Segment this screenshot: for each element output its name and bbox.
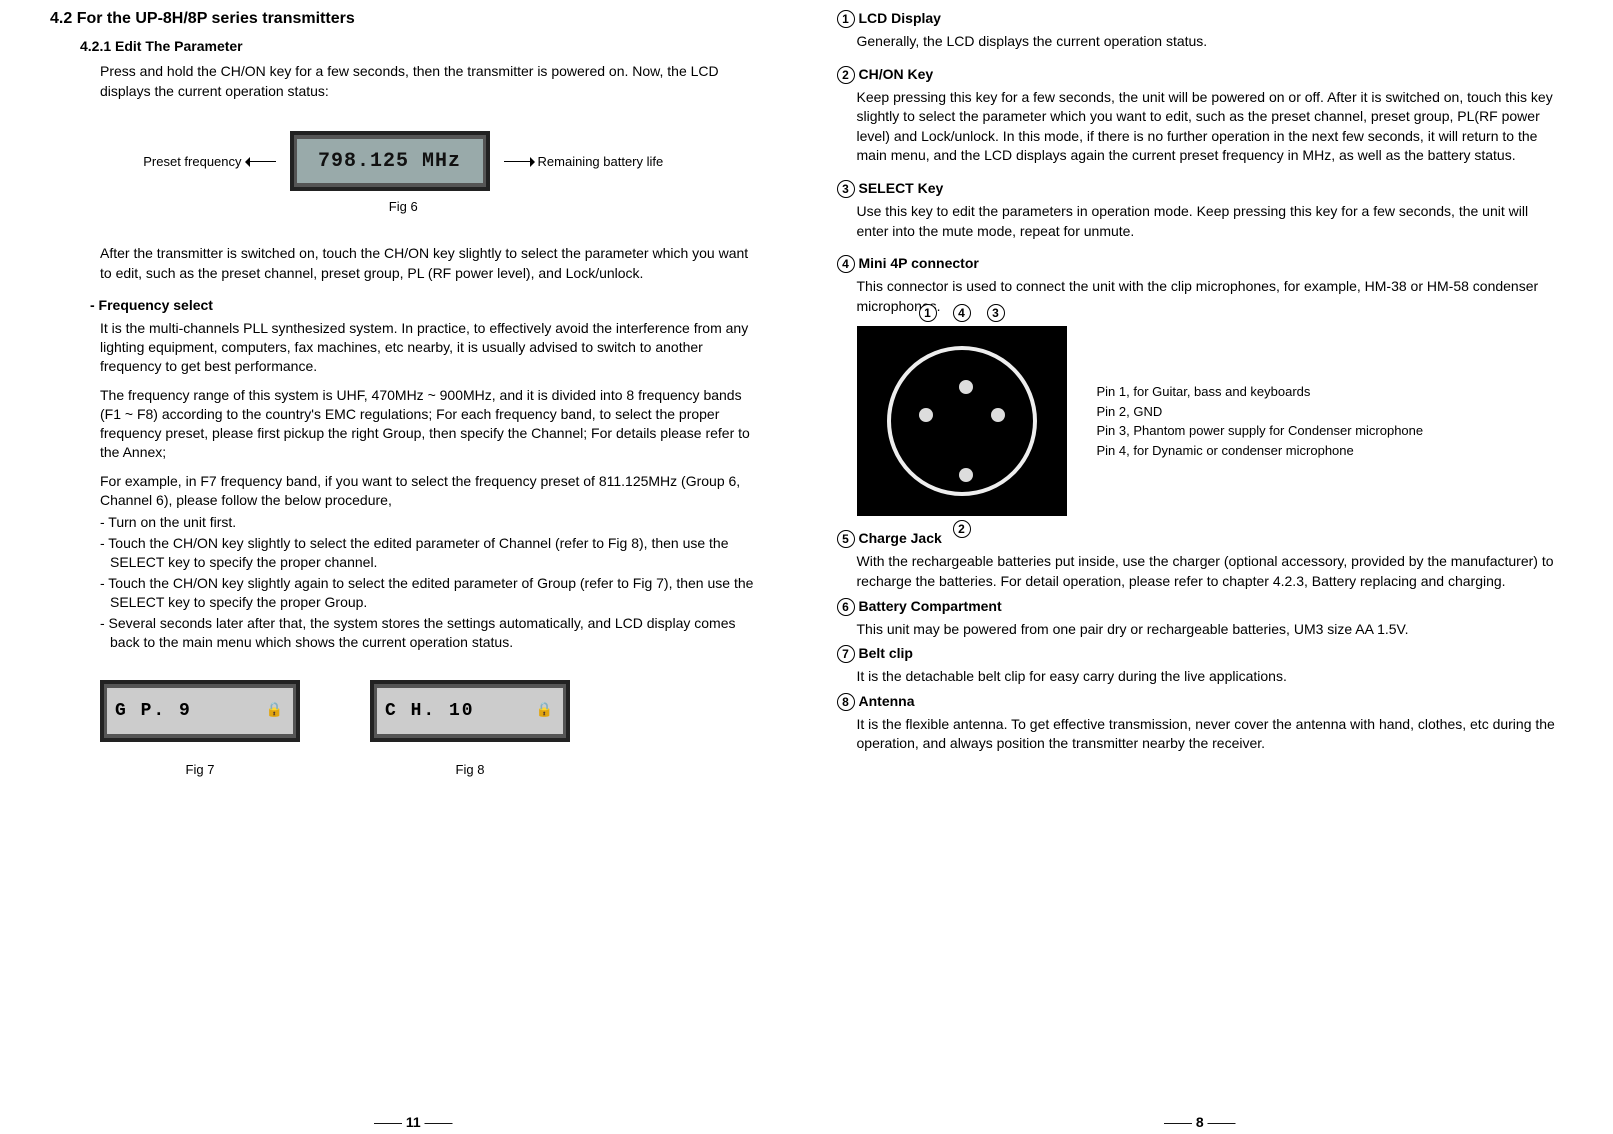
item-8-body: It is the flexible antenna. To get effec… <box>857 715 1564 754</box>
fig7-lcd: G P. 9 <box>115 701 192 721</box>
lock-icon: 🔒 <box>536 702 555 719</box>
pin-1-icon <box>919 408 933 422</box>
item-6: 6 Battery Compartment This unit may be p… <box>837 598 1564 640</box>
callout-2-icon: 2 <box>953 520 971 538</box>
callout-3-icon: 3 <box>987 304 1005 322</box>
fig8-lcd: C H. 10 <box>385 701 475 721</box>
item-5: 5 Charge Jack With the rechargeable batt… <box>837 530 1564 591</box>
circled-6-icon: 6 <box>837 598 855 616</box>
item-7-title: Belt clip <box>859 645 913 661</box>
circled-3-icon: 3 <box>837 180 855 198</box>
item-5-body: With the rechargeable batteries put insi… <box>857 552 1564 591</box>
figure-8: C H. 10 🔒 Fig 8 <box>370 680 570 777</box>
item-8-title: Antenna <box>859 693 915 709</box>
intro-text: Press and hold the CH/ON key for a few s… <box>100 62 757 101</box>
arrow-left-icon <box>246 161 276 162</box>
section-heading: 4.2 For the UP-8H/8P series transmitters <box>50 10 757 28</box>
fig8-caption: Fig 8 <box>370 762 570 777</box>
left-page: 4.2 For the UP-8H/8P series transmitters… <box>20 10 807 1124</box>
subsection-heading: 4.2.1 Edit The Parameter <box>80 38 757 54</box>
top-callouts: 1 4 3 <box>857 304 1067 322</box>
circled-1-icon: 1 <box>837 10 855 28</box>
item-2-body: Keep pressing this key for a few seconds… <box>857 88 1564 166</box>
pin4-desc: Pin 4, for Dynamic or condenser micropho… <box>1097 441 1424 461</box>
circled-4-icon: 4 <box>837 255 855 273</box>
connector-diagram <box>857 326 1067 516</box>
lcd-text: 798.125 MHz <box>297 139 483 183</box>
pin2-desc: Pin 2, GND <box>1097 402 1424 422</box>
circled-5-icon: 5 <box>837 530 855 548</box>
item-7: 7 Belt clip It is the detachable belt cl… <box>837 645 1564 687</box>
procedure-list: - Turn on the unit first. - Touch the CH… <box>100 513 757 651</box>
bottom-callout: 2 <box>857 520 1067 538</box>
proc-step: - Touch the CH/ON key slightly to select… <box>100 534 757 572</box>
proc-step: - Several seconds later after that, the … <box>100 614 757 652</box>
battery-life-label: Remaining battery life <box>504 154 664 169</box>
freq-p3: For example, in F7 frequency band, if yo… <box>100 472 757 510</box>
item-3-title: SELECT Key <box>859 180 944 196</box>
item-6-title: Battery Compartment <box>859 598 1002 614</box>
item-1-body: Generally, the LCD displays the current … <box>857 32 1564 52</box>
lock-icon: 🔒 <box>266 702 285 719</box>
item-6-body: This unit may be powered from one pair d… <box>857 620 1564 640</box>
figures-7-8: G P. 9 🔒 Fig 7 C H. 10 🔒 Fig 8 <box>100 680 757 777</box>
circled-7-icon: 7 <box>837 645 855 663</box>
after-on-text: After the transmitter is switched on, to… <box>100 244 757 283</box>
proc-step: - Turn on the unit first. <box>100 513 757 532</box>
pin3-desc: Pin 3, Phantom power supply for Condense… <box>1097 421 1424 441</box>
figure-6: Preset frequency 798.125 MHz Remaining b… <box>50 131 757 191</box>
lcd-display-fig6: 798.125 MHz <box>290 131 490 191</box>
pin1-desc: Pin 1, for Guitar, bass and keyboards <box>1097 382 1424 402</box>
freq-p2: The frequency range of this system is UH… <box>100 386 757 462</box>
item-1: 1 LCD Display Generally, the LCD display… <box>837 10 1564 52</box>
item-7-body: It is the detachable belt clip for easy … <box>857 667 1564 687</box>
circled-8-icon: 8 <box>837 693 855 711</box>
pin-descriptions: Pin 1, for Guitar, bass and keyboards Pi… <box>1097 382 1424 460</box>
callout-1-icon: 1 <box>919 304 937 322</box>
frequency-select-heading: - Frequency select <box>90 297 757 313</box>
circled-2-icon: 2 <box>837 66 855 84</box>
item-4-title: Mini 4P connector <box>859 255 979 271</box>
item-1-title: LCD Display <box>859 10 941 26</box>
fig7-caption: Fig 7 <box>100 762 300 777</box>
page-number-right: 8 <box>807 1114 1594 1130</box>
item-3-body: Use this key to edit the parameters in o… <box>857 202 1564 241</box>
connector-figure: 1 4 3 2 Pin 1, for Guitar, bass and keyb… <box>857 326 1564 516</box>
proc-step: - Touch the CH/ON key slightly again to … <box>100 574 757 612</box>
item-2: 2 CH/ON Key Keep pressing this key for a… <box>837 66 1564 166</box>
right-page: 1 LCD Display Generally, the LCD display… <box>807 10 1594 1124</box>
item-8: 8 Antenna It is the flexible antenna. To… <box>837 693 1564 754</box>
arrow-right-icon <box>504 161 534 162</box>
callout-4-icon: 4 <box>953 304 971 322</box>
pin-3-icon <box>991 408 1005 422</box>
connector-ring-icon <box>887 346 1037 496</box>
pin-4-icon <box>959 380 973 394</box>
freq-p1: It is the multi-channels PLL synthesized… <box>100 319 757 376</box>
figure-7: G P. 9 🔒 Fig 7 <box>100 680 300 777</box>
item-2-title: CH/ON Key <box>859 66 934 82</box>
preset-frequency-label: Preset frequency <box>143 154 275 169</box>
item-3: 3 SELECT Key Use this key to edit the pa… <box>837 180 1564 241</box>
fig6-caption: Fig 6 <box>50 199 757 214</box>
page-number-left: 11 <box>20 1114 807 1130</box>
pin-2-icon <box>959 468 973 482</box>
